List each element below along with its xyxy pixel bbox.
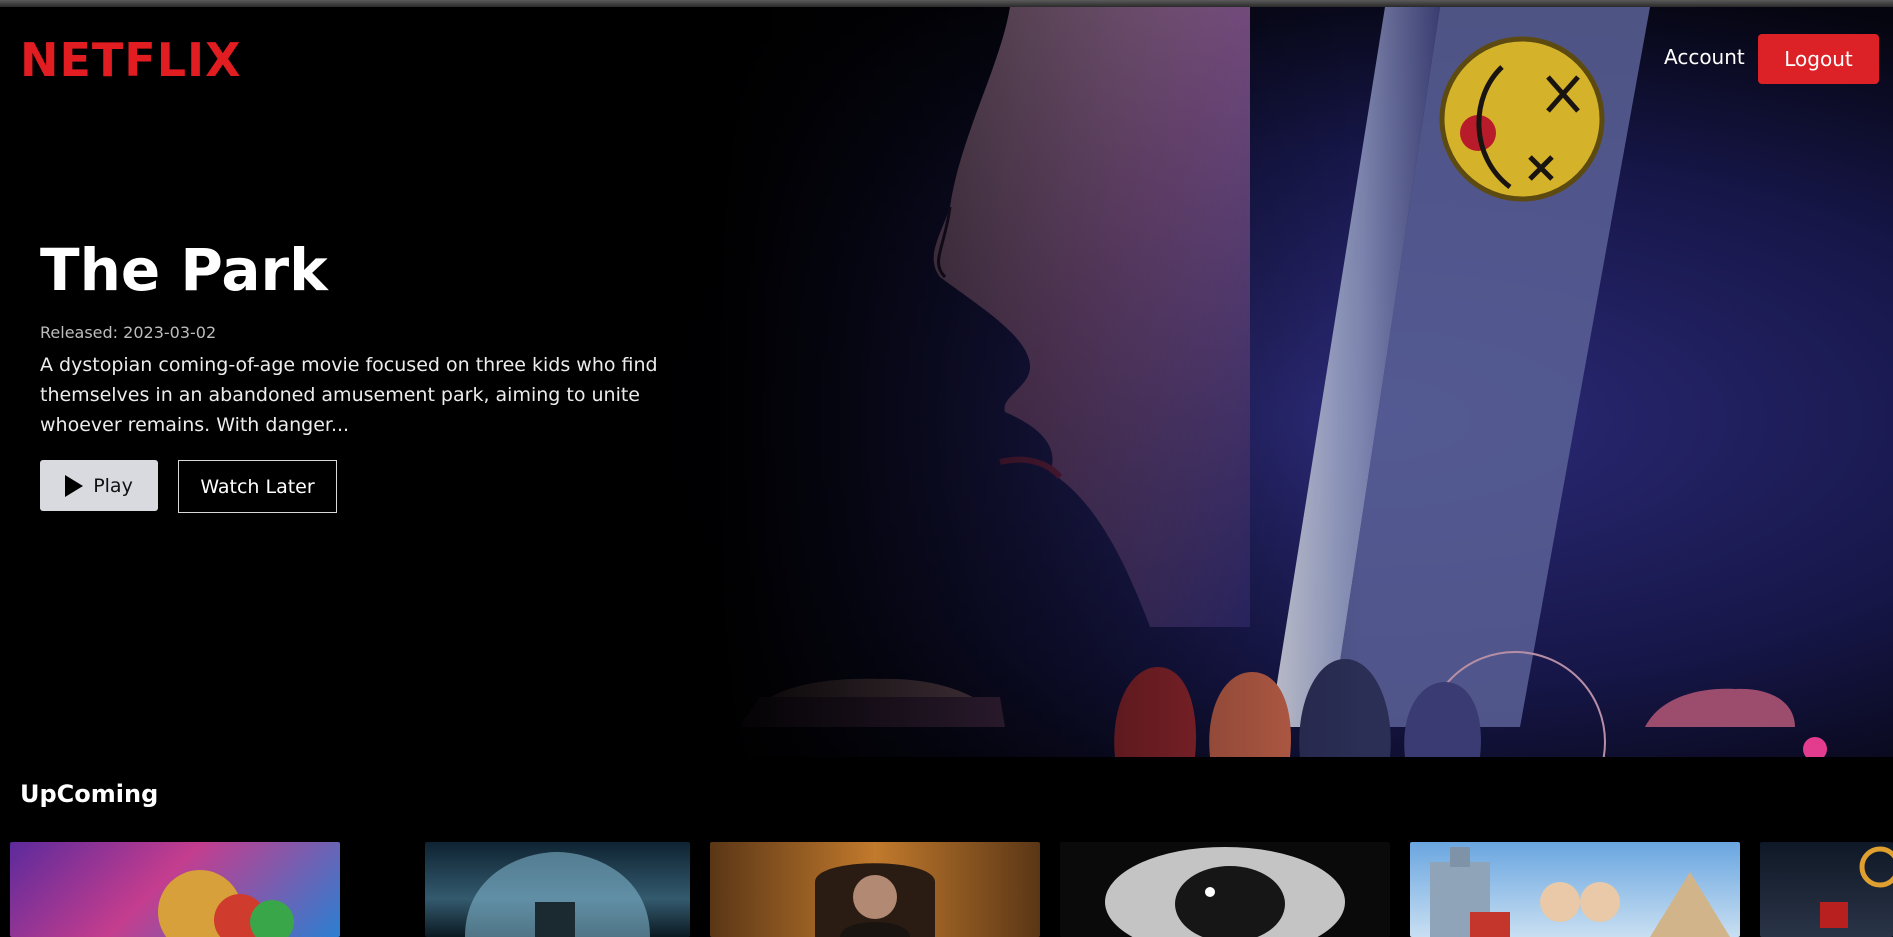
movie-card-2[interactable] — [425, 842, 690, 937]
hero-title: The Park — [40, 236, 328, 304]
movie-poster-6 — [1820, 846, 1893, 928]
play-icon — [65, 474, 84, 497]
play-button-label: Play — [93, 474, 133, 497]
netflix-logo[interactable]: NETFLIX — [20, 33, 242, 87]
movie-poster-5 — [1430, 847, 1730, 937]
upcoming-row — [0, 842, 1893, 937]
movie-card-3[interactable] — [710, 842, 1040, 937]
movie-card-4[interactable] — [1060, 842, 1390, 937]
hero-actions: Play Watch Later — [40, 460, 680, 513]
movie-poster-3 — [815, 863, 935, 937]
logout-button[interactable]: Logout — [1758, 34, 1879, 84]
hero-description: A dystopian coming-of-age movie focused … — [40, 354, 658, 436]
movie-card-5[interactable] — [1410, 842, 1740, 937]
movie-poster-4 — [1105, 847, 1345, 937]
movie-poster-2 — [465, 852, 650, 937]
watch-later-button[interactable]: Watch Later — [178, 460, 337, 513]
play-button[interactable]: Play — [40, 460, 158, 511]
movie-poster-1 — [158, 870, 294, 937]
movie-card-1[interactable] — [10, 842, 340, 937]
account-link[interactable]: Account — [1664, 45, 1745, 69]
row-title-upcoming: UpComing — [20, 780, 159, 808]
hero-banner: NETFLIX Account Logout The Park Released… — [0, 7, 1893, 757]
hero-info: The Park Released: 2023-03-02 A dystopia… — [40, 235, 680, 513]
browser-top-edge — [0, 0, 1893, 7]
movie-card-6[interactable] — [1760, 842, 1893, 937]
release-date: Released: 2023-03-02 — [40, 323, 217, 342]
